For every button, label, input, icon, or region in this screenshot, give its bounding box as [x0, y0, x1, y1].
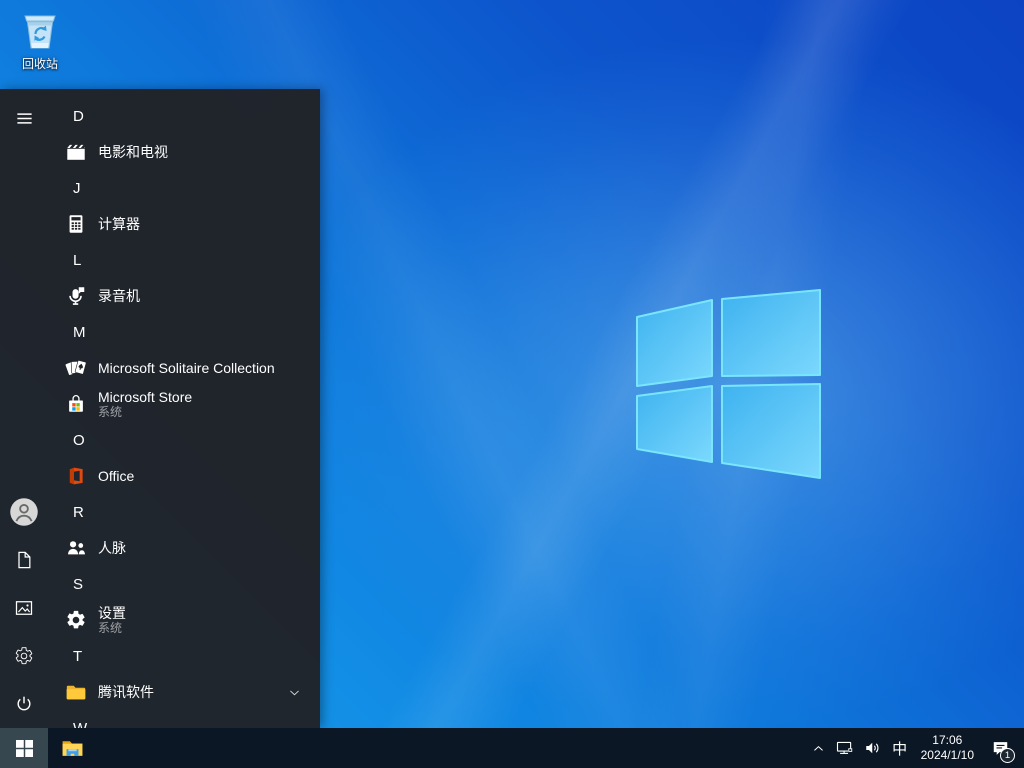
gear-filled-icon — [64, 608, 88, 632]
file-explorer-icon — [60, 736, 85, 761]
network-tray-button[interactable] — [831, 728, 859, 768]
app-label: 录音机 — [98, 288, 140, 304]
app-item-calculator[interactable]: 计算器 — [48, 206, 320, 242]
taskbar-clock[interactable]: 17:06 2024/1/10 — [913, 728, 982, 768]
app-label: 人脉 — [98, 540, 126, 556]
app-label: Microsoft Solitaire Collection — [98, 360, 275, 376]
app-list-section-S[interactable]: S — [48, 566, 320, 602]
app-label: 设置 — [98, 605, 126, 621]
app-label: Microsoft Store — [98, 389, 193, 405]
power-icon — [14, 694, 34, 714]
app-list-section-M[interactable]: M — [48, 314, 320, 350]
movies-tv-icon — [64, 140, 88, 164]
app-list-section-T[interactable]: T — [48, 638, 320, 674]
gear-outline-icon — [14, 646, 34, 666]
app-item-people[interactable]: 人脉 — [48, 530, 320, 566]
speaker-volume-icon — [864, 739, 882, 757]
office-icon — [64, 464, 88, 488]
system-tray: 中 17:06 2024/1/10 1 — [806, 728, 1024, 768]
volume-tray-button[interactable] — [859, 728, 887, 768]
rail-button-pictures[interactable] — [0, 584, 48, 632]
pictures-icon — [14, 598, 34, 618]
app-list-section-O[interactable]: O — [48, 422, 320, 458]
ethernet-network-icon — [836, 739, 854, 757]
app-item-solitaire[interactable]: Microsoft Solitaire Collection — [48, 350, 320, 386]
chevron-up-icon — [811, 741, 826, 756]
people-icon — [64, 536, 88, 560]
app-item-gear-filled[interactable]: 设置 系统 — [48, 602, 320, 638]
app-item-office[interactable]: Office — [48, 458, 320, 494]
document-icon — [14, 550, 34, 570]
section-letter: S — [73, 575, 84, 593]
section-letter: W — [73, 719, 88, 729]
section-letter: R — [73, 503, 84, 521]
app-item-movies-tv[interactable]: 电影和电视 — [48, 134, 320, 170]
recycle-bin-label: 回收站 — [21, 57, 58, 71]
app-item-voice-recorder[interactable]: 录音机 — [48, 278, 320, 314]
rail-button-settings[interactable] — [0, 632, 48, 680]
start-menu-app-list: D 电影和电视 J 计算器 L 录音机 M Microsoft Solitaire Colle… — [48, 98, 320, 728]
section-letter: T — [73, 647, 83, 665]
chevron-down-icon[interactable] — [287, 685, 302, 700]
app-label: 腾讯软件 — [98, 684, 154, 700]
taskbar-button-file-explorer[interactable] — [48, 728, 96, 768]
app-list-section-W[interactable]: W — [48, 710, 320, 729]
section-letter: M — [73, 323, 86, 341]
ime-language-indicator[interactable]: 中 — [887, 728, 913, 768]
rail-button-power[interactable] — [0, 680, 48, 728]
calculator-icon — [64, 212, 88, 236]
app-item-store[interactable]: Microsoft Store 系统 — [48, 386, 320, 422]
section-letter: L — [73, 251, 82, 269]
app-list-section-L[interactable]: L — [48, 242, 320, 278]
rail-button-user-account[interactable] — [0, 488, 48, 536]
app-label: 计算器 — [98, 216, 140, 232]
recycle-bin-icon — [12, 6, 68, 54]
clock-time: 17:06 — [932, 733, 963, 747]
rail-button-documents[interactable] — [0, 536, 48, 584]
tray-overflow-button[interactable] — [806, 728, 831, 768]
app-sublabel: 系统 — [98, 405, 123, 419]
app-item-folder[interactable]: 腾讯软件 — [48, 674, 320, 710]
store-icon — [64, 392, 88, 416]
section-letter: O — [73, 431, 85, 449]
recycle-bin-desktop-icon[interactable]: 回收站 — [12, 6, 68, 72]
app-list-section-J[interactable]: J — [48, 170, 320, 206]
notification-count-badge: 1 — [1000, 748, 1015, 763]
avatar-icon — [9, 497, 39, 527]
hamburger-icon — [15, 109, 34, 128]
start-button[interactable] — [0, 728, 48, 768]
app-label: Office — [98, 468, 135, 484]
windows-logo-icon — [15, 739, 33, 757]
app-list-section-R[interactable]: R — [48, 494, 320, 530]
windows-logo-wallpaper — [630, 284, 826, 484]
rail-button-expand-menu[interactable] — [0, 94, 48, 142]
app-sublabel: 系统 — [98, 621, 123, 635]
folder-icon — [64, 680, 88, 704]
section-letter: J — [73, 179, 81, 197]
voice-recorder-icon — [64, 284, 88, 308]
start-menu-rail — [0, 89, 48, 728]
action-center-button[interactable]: 1 — [982, 728, 1018, 768]
section-letter: D — [73, 107, 84, 125]
app-list-section-D[interactable]: D — [48, 98, 320, 134]
start-menu: D 电影和电视 J 计算器 L 录音机 M Microsoft Solitaire Colle… — [0, 89, 320, 728]
taskbar: 中 17:06 2024/1/10 1 — [0, 728, 1024, 768]
desktop-screen: 回收站 D 电影和电视 J 计算器 L 录音机 M Microsoft Solitaire C… — [0, 0, 1024, 768]
app-label: 电影和电视 — [98, 144, 168, 160]
solitaire-icon — [64, 356, 88, 380]
clock-date: 2024/1/10 — [920, 748, 974, 762]
